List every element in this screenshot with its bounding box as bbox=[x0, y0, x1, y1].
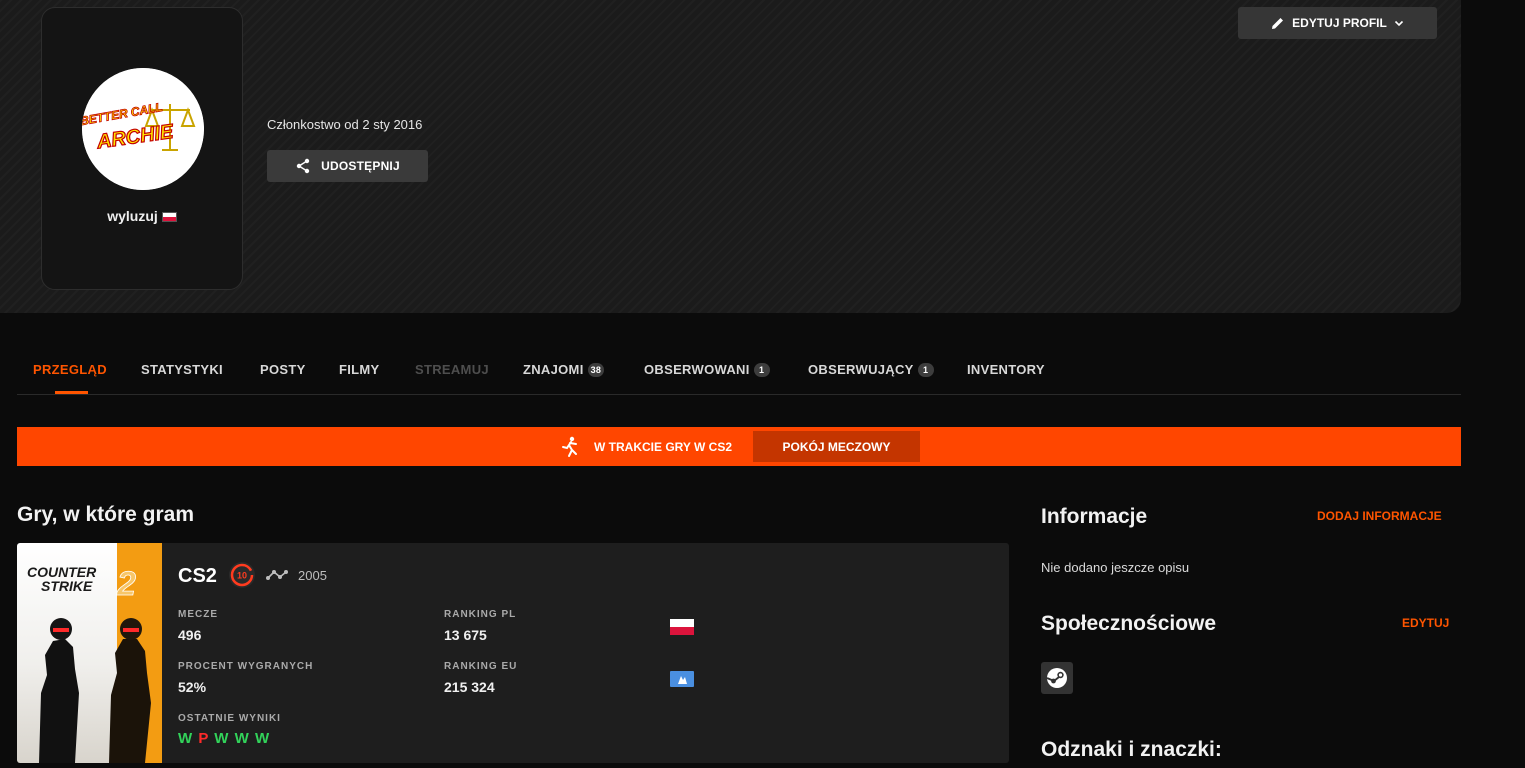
member-since: Członkostwo od 2 sty 2016 bbox=[267, 117, 423, 132]
social-edit-link[interactable]: EDYTUJ bbox=[1402, 616, 1449, 630]
edit-profile-button[interactable]: EDYTUJ PROFIL bbox=[1238, 7, 1437, 39]
tab-following[interactable]: OBSERWOWANI 1 bbox=[644, 362, 770, 377]
badges-section-title: Odznaki i znaczki: bbox=[1041, 738, 1222, 761]
tab-inventory[interactable]: INVENTORY bbox=[967, 362, 1045, 377]
tab-friends[interactable]: ZNAJOMI 38 bbox=[523, 362, 605, 377]
ranking-eu-value: 215 324 bbox=[444, 679, 495, 695]
recent-results: W P W W W bbox=[178, 730, 270, 747]
winrate-label: PROCENT WYGRANYCH bbox=[178, 661, 314, 672]
tab-overview[interactable]: PRZEGLĄD bbox=[33, 362, 107, 377]
game-card-cs2[interactable]: COUNTER STRIKE 2 CS2 10 2005 MECZE 496 P… bbox=[17, 543, 1009, 763]
tab-label: PRZEGLĄD bbox=[33, 362, 107, 377]
result-item: W bbox=[234, 730, 250, 747]
info-section-title: Informacje bbox=[1041, 505, 1148, 528]
tab-statistics[interactable]: STATYSTYKI bbox=[141, 362, 223, 377]
friends-count-badge: 38 bbox=[587, 363, 605, 377]
nickname: wyluzuj bbox=[42, 208, 242, 224]
matches-value: 496 bbox=[178, 627, 202, 643]
profile-banner: BETTER CALL ARCHIE wyluzuj Członkostwo o… bbox=[0, 0, 1461, 313]
profile-tabs: PRZEGLĄD STATYSTYKI POSTY FILMY STREAMUJ… bbox=[17, 348, 1461, 395]
matches-label: MECZE bbox=[178, 609, 218, 620]
pencil-icon bbox=[1272, 18, 1284, 29]
games-section-title: Gry, w które gram bbox=[17, 503, 195, 526]
live-status-text: W TRAKCIE GRY W CS2 bbox=[594, 440, 733, 454]
europe-region-icon bbox=[670, 671, 694, 687]
tab-label: STREAMUJ bbox=[415, 362, 489, 377]
game-cover-image: COUNTER STRIKE 2 bbox=[17, 543, 162, 763]
share-icon bbox=[296, 158, 310, 174]
share-button[interactable]: UDOSTĘPNIJ bbox=[267, 150, 428, 182]
tab-posts[interactable]: POSTY bbox=[260, 362, 306, 377]
elo-value: 2005 bbox=[298, 568, 327, 583]
avatar-card: BETTER CALL ARCHIE wyluzuj bbox=[41, 7, 243, 290]
player-run-icon bbox=[562, 436, 577, 457]
tab-label: OBSERWOWANI bbox=[644, 362, 750, 377]
following-count-badge: 1 bbox=[753, 363, 770, 377]
ranking-eu-label: RANKING EU bbox=[444, 661, 518, 672]
edit-profile-label: EDYTUJ PROFIL bbox=[1292, 16, 1387, 30]
tab-label: ZNAJOMI bbox=[523, 362, 584, 377]
poland-flag-icon bbox=[670, 619, 694, 635]
tab-label: OBSERWUJĄCY bbox=[808, 362, 914, 377]
live-match-bar: W TRAKCIE GRY W CS2 POKÓJ MECZOWY bbox=[17, 427, 1461, 466]
tab-label: INVENTORY bbox=[967, 362, 1045, 377]
nickname-text: wyluzuj bbox=[107, 208, 158, 224]
elo-chart-icon bbox=[266, 570, 288, 580]
avatar-logo-image: BETTER CALL ARCHIE bbox=[82, 68, 204, 190]
tab-label: POSTY bbox=[260, 362, 306, 377]
followers-count-badge: 1 bbox=[917, 363, 934, 377]
game-name: CS2 bbox=[178, 565, 217, 587]
level-10-icon[interactable]: 10 bbox=[228, 561, 256, 589]
result-item: W bbox=[214, 730, 230, 747]
info-empty-text: Nie dodano jeszcze opisu bbox=[1041, 560, 1190, 575]
tab-label: FILMY bbox=[339, 362, 380, 377]
result-item: W bbox=[254, 730, 271, 747]
poland-flag-icon bbox=[161, 212, 177, 222]
steam-icon bbox=[1046, 668, 1067, 688]
active-tab-indicator bbox=[55, 391, 88, 394]
tab-followers[interactable]: OBSERWUJĄCY 1 bbox=[808, 362, 934, 377]
tab-videos[interactable]: FILMY bbox=[339, 362, 380, 377]
result-item: W bbox=[178, 730, 194, 747]
chevron-down-icon bbox=[1394, 20, 1403, 27]
recent-results-label: OSTATNIE WYNIKI bbox=[178, 713, 281, 724]
result-item: P bbox=[198, 730, 210, 747]
winrate-value: 52% bbox=[178, 679, 207, 695]
ranking-pl-value: 13 675 bbox=[444, 627, 487, 643]
steam-link-button[interactable] bbox=[1041, 662, 1073, 694]
share-button-label: UDOSTĘPNIJ bbox=[321, 159, 400, 173]
avatar[interactable]: BETTER CALL ARCHIE bbox=[82, 68, 204, 190]
match-room-button[interactable]: POKÓJ MECZOWY bbox=[753, 431, 920, 462]
cs2-cover-art: COUNTER STRIKE 2 bbox=[17, 543, 162, 763]
tab-stream[interactable]: STREAMUJ bbox=[415, 362, 489, 377]
tab-label: STATYSTYKI bbox=[141, 362, 223, 377]
level-value: 10 bbox=[237, 571, 247, 581]
ranking-pl-label: RANKING PL bbox=[444, 609, 517, 620]
social-section-title: Społecznościowe bbox=[1041, 612, 1217, 635]
cover-line-2: STRIKE bbox=[41, 578, 93, 594]
cover-number: 2 bbox=[116, 565, 136, 603]
add-info-link[interactable]: DODAJ INFORMACJE bbox=[1317, 509, 1442, 523]
